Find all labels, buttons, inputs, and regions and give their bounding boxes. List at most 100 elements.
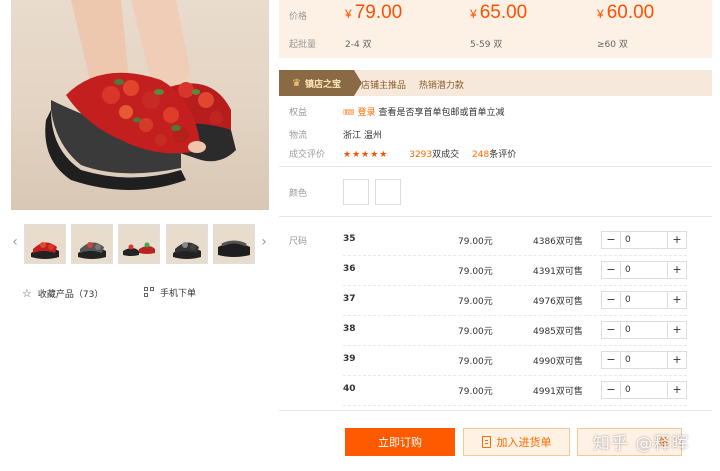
coupon-icon: 🎟 [343, 108, 355, 118]
watermark: 知乎 @释晖 [593, 434, 690, 454]
crown-icon: ♛ [292, 77, 301, 89]
divider [279, 410, 712, 411]
size-price: 79.00元 [458, 387, 493, 397]
increment-button[interactable]: + [668, 232, 686, 248]
increment-button[interactable]: + [668, 382, 686, 398]
main-product-image[interactable] [11, 0, 269, 210]
size-row: 40 79.00元 4991双可售 − 0 + [343, 375, 687, 406]
price-panel: 价格 起批量 ¥79.00 ¥65.00 ¥60.00 2-4 双 5-59 双… [279, 0, 712, 58]
size-stock: 4990双可售 [533, 357, 583, 367]
size-value: 38 [343, 324, 356, 334]
quantity-input[interactable]: 0 [620, 292, 668, 308]
size-price: 79.00元 [458, 267, 493, 277]
size-row: 38 79.00元 4985双可售 − 0 + [343, 315, 687, 346]
divider [279, 166, 712, 167]
mobile-order-link[interactable]: 手机下单 [144, 285, 196, 299]
color-label: 颜色 [289, 189, 308, 199]
reviews-label: 成交评价 [289, 150, 326, 160]
size-value: 35 [343, 234, 356, 244]
size-stock: 4391双可售 [533, 267, 583, 277]
treasure-badge-label: 镇店之宝 [304, 79, 341, 90]
price-label: 价格 [289, 12, 308, 22]
thumbnail-4[interactable] [166, 224, 208, 264]
thumbnail-2[interactable] [71, 224, 113, 264]
size-price: 79.00元 [458, 327, 493, 337]
logistics-value: 浙江 温州 [343, 131, 382, 141]
color-swatch-1[interactable] [343, 179, 369, 205]
treasure-tag-main: 店铺主推品 [361, 81, 407, 91]
qr-code-icon [144, 287, 154, 297]
size-row: 37 79.00元 4976双可售 − 0 + [343, 285, 687, 316]
color-swatch-2[interactable] [375, 179, 401, 205]
price-tier-2: ¥65.00 [470, 2, 528, 23]
size-stock: 4985双可售 [533, 327, 583, 337]
deals-count[interactable]: 3293双成交 [409, 150, 459, 160]
rights-value: 🎟 登录 查看是否享首单包邮或首单立减 [343, 105, 504, 118]
reviews-count[interactable]: 248条评价 [472, 150, 516, 160]
mobile-order-label: 手机下单 [160, 288, 197, 299]
quantity-stepper: − 0 + [601, 291, 687, 309]
quantity-input[interactable]: 0 [620, 322, 668, 338]
size-row: 35 79.00元 4386双可售 − 0 + [343, 225, 687, 256]
size-price: 79.00元 [458, 357, 493, 367]
decrement-button[interactable]: − [602, 292, 620, 308]
quantity-stepper: − 0 + [601, 321, 687, 339]
decrement-button[interactable]: − [602, 352, 620, 368]
moq-tier-1: 2-4 双 [345, 40, 372, 50]
quantity-stepper: − 0 + [601, 351, 687, 369]
quantity-stepper: − 0 + [601, 231, 687, 249]
size-value: 36 [343, 264, 356, 274]
decrement-button[interactable]: − [602, 322, 620, 338]
quantity-input[interactable]: 0 [620, 262, 668, 278]
price-tier-3: ¥60.00 [597, 2, 655, 23]
quantity-input[interactable]: 0 [620, 232, 668, 248]
shop-treasure-bar: ♛ 镇店之宝 店铺主推品 热销潜力款 [279, 70, 712, 96]
moq-label: 起批量 [289, 40, 317, 50]
increment-button[interactable]: + [668, 292, 686, 308]
thumbnail-3[interactable] [118, 224, 160, 264]
increment-button[interactable]: + [668, 322, 686, 338]
size-stock: 4976双可售 [533, 297, 583, 307]
size-label: 尺码 [289, 237, 308, 247]
favorite-product-link[interactable]: ☆ 收藏产品（73） [22, 286, 103, 300]
divider [279, 216, 712, 217]
rights-label: 权益 [289, 108, 308, 118]
increment-button[interactable]: + [668, 262, 686, 278]
size-value: 40 [343, 384, 356, 394]
decrement-button[interactable]: − [602, 232, 620, 248]
logistics-label: 物流 [289, 131, 308, 141]
moq-tier-2: 5-59 双 [470, 40, 503, 50]
size-row: 36 79.00元 4391双可售 − 0 + [343, 255, 687, 286]
decrement-button[interactable]: − [602, 382, 620, 398]
add-to-cart-label: 加入进货单 [496, 436, 552, 449]
login-link[interactable]: 登录 [357, 108, 375, 118]
size-row: 39 79.00元 4990双可售 − 0 + [343, 345, 687, 376]
thumbnail-5[interactable] [213, 224, 255, 264]
treasure-tag-hot: 热销潜力款 [418, 81, 464, 91]
increment-button[interactable]: + [668, 352, 686, 368]
price-tier-1: ¥79.00 [345, 2, 403, 23]
quantity-input[interactable]: 0 [620, 352, 668, 368]
rights-text: 查看是否享首单包邮或首单立减 [378, 108, 505, 118]
treasure-tags: 店铺主推品 热销潜力款 [361, 78, 474, 91]
thumbnail-1[interactable] [24, 224, 66, 264]
rating-stars-icon: ★★★★★ [343, 150, 389, 160]
order-now-button[interactable]: 立即订购 [345, 428, 455, 456]
size-stock: 4386双可售 [533, 237, 583, 247]
quantity-stepper: − 0 + [601, 261, 687, 279]
size-value: 37 [343, 294, 356, 304]
star-outline-icon: ☆ [22, 286, 32, 300]
size-stock: 4991双可售 [533, 387, 583, 397]
favorite-label: 收藏产品（73） [37, 289, 104, 300]
thumbnail-prev-arrow[interactable]: ‹ [10, 232, 20, 252]
size-price: 79.00元 [458, 237, 493, 247]
decrement-button[interactable]: − [602, 262, 620, 278]
quantity-input[interactable]: 0 [620, 382, 668, 398]
quantity-stepper: − 0 + [601, 381, 687, 399]
size-price: 79.00元 [458, 297, 493, 307]
clipboard-icon [481, 436, 491, 448]
thumbnail-next-arrow[interactable]: › [259, 232, 269, 252]
size-value: 39 [343, 354, 356, 364]
add-to-cart-button[interactable]: 加入进货单 [463, 428, 570, 456]
treasure-badge: ♛ 镇店之宝 [279, 70, 362, 96]
